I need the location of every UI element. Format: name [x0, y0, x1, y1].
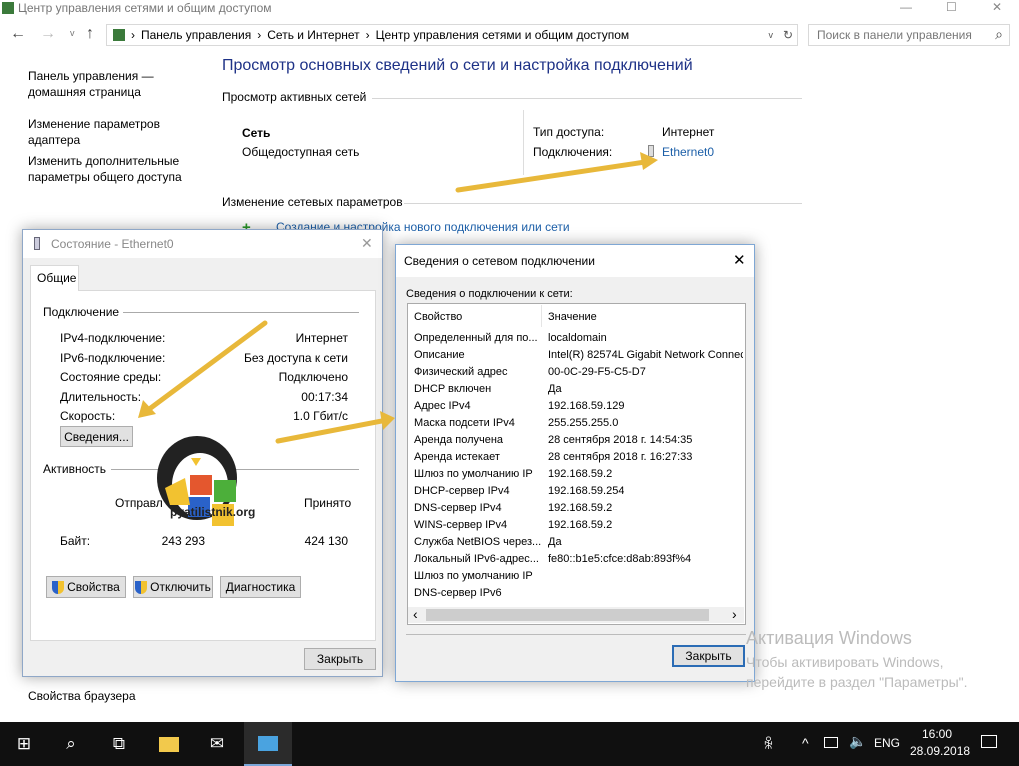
control-panel-taskbar-icon[interactable]: [244, 722, 292, 766]
arrow-to-details-dialog: [275, 418, 385, 444]
arrow-head: [380, 411, 395, 430]
volume-icon[interactable]: 🔈: [849, 733, 866, 750]
annotation-arrows: [138, 152, 658, 526]
clock-time[interactable]: 16:00: [922, 727, 952, 741]
show-hidden-icons-chevron[interactable]: ^: [802, 735, 809, 751]
clock-date[interactable]: 28.09.2018: [910, 744, 970, 758]
search-icon[interactable]: ⌕: [47, 722, 95, 766]
arrow-to-details-button: [145, 320, 268, 413]
people-icon[interactable]: ꆜ: [763, 735, 774, 753]
arrow-to-ethernet: [455, 159, 648, 193]
language-indicator[interactable]: ENG: [874, 736, 900, 750]
task-view-icon[interactable]: ⧉: [95, 722, 143, 766]
logo-text: pyatilistnik.org: [170, 505, 256, 519]
mail-icon[interactable]: ✉: [193, 722, 241, 766]
network-icon[interactable]: [824, 737, 838, 748]
arrow-head: [640, 152, 658, 170]
tab-general[interactable]: Общие: [30, 265, 79, 291]
notification-center-icon[interactable]: [981, 735, 997, 748]
start-button[interactable]: ⊞: [0, 722, 48, 766]
file-explorer-icon[interactable]: [145, 722, 193, 766]
